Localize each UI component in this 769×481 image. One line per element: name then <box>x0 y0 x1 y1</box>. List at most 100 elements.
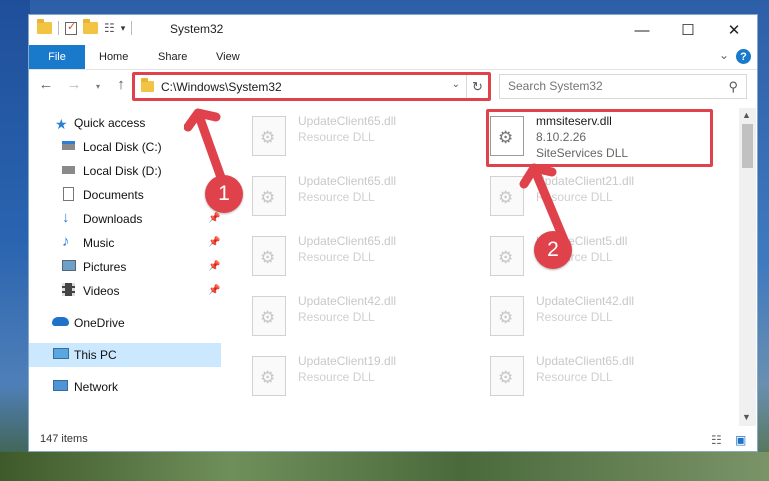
scrollbar-thumb[interactable] <box>742 124 753 168</box>
drive-icon <box>62 141 75 150</box>
pin-icon[interactable]: 📌 <box>208 213 220 224</box>
videos-icon <box>62 283 75 296</box>
dll-file-icon: ⚙ <box>252 236 286 276</box>
dll-file-icon: ⚙ <box>490 356 524 396</box>
nav-label: Music <box>83 236 115 250</box>
pin-icon[interactable]: 📌 <box>208 285 220 296</box>
explorer-window: ☷ ▾ System32 — ☐ ✕ File Home Share View … <box>28 14 758 452</box>
search-box[interactable]: ⚲ <box>499 74 747 99</box>
file-item[interactable]: ⚙ UpdateClient42.dll Resource DLL <box>486 292 706 344</box>
file-description: Resource DLL <box>298 370 375 384</box>
navigation-bar: ← → ▾ ↑ C:\Windows\System32 ⌄ ↻ ⚲ <box>29 72 757 102</box>
customize-toolbar-icon[interactable]: ▾ <box>121 23 126 34</box>
separator <box>131 21 133 35</box>
vertical-scrollbar[interactable]: ▲ ▼ <box>739 108 756 426</box>
documents-icon <box>63 187 74 201</box>
forward-arrow-icon[interactable]: → <box>65 76 83 93</box>
download-icon: ↓ <box>62 209 70 226</box>
pin-icon[interactable]: 📌 <box>208 237 220 248</box>
details-view-icon[interactable]: ☷ <box>711 433 722 447</box>
tiles-view-icon[interactable]: ▣ <box>735 433 746 447</box>
dll-file-icon: ⚙ <box>252 356 286 396</box>
file-item[interactable]: ⚙ UpdateClient65.dll Resource DLL <box>248 232 468 284</box>
nav-item-network[interactable]: Network <box>29 375 221 399</box>
tab-file[interactable]: File <box>29 45 85 69</box>
nav-item-videos[interactable]: Videos 📌 <box>29 279 221 303</box>
file-description: Resource DLL <box>298 250 375 264</box>
file-item[interactable]: ⚙ UpdateClient65.dll Resource DLL <box>248 112 468 164</box>
pin-icon[interactable]: 📌 <box>208 261 220 272</box>
title-bar: ☷ ▾ System32 — ☐ ✕ <box>29 15 757 45</box>
desktop-background-bottom <box>0 452 769 481</box>
file-item[interactable]: ⚙ UpdateClient65.dll Resource DLL <box>486 352 706 404</box>
file-item[interactable]: ⚙ UpdateClient65.dll Resource DLL <box>248 172 468 224</box>
nav-label: Pictures <box>83 260 127 274</box>
expand-ribbon-icon[interactable]: ⌄ <box>719 48 729 62</box>
tab-home[interactable]: Home <box>99 45 128 69</box>
item-count: 147 items <box>40 433 88 445</box>
network-icon <box>53 380 68 391</box>
file-name: UpdateClient42.dll <box>298 294 397 308</box>
nav-label: Network <box>74 380 119 394</box>
scroll-down-icon[interactable]: ▼ <box>742 412 751 422</box>
separator <box>58 21 59 35</box>
file-name: UpdateClient65.dll <box>298 114 397 128</box>
nav-label: Documents <box>83 188 144 202</box>
step-badge-1: 1 <box>205 175 243 213</box>
ribbon-tabs: File Home Share View ⌄ ? <box>29 45 757 70</box>
nav-label: Local Disk (D:) <box>83 164 162 178</box>
back-arrow-icon[interactable]: ← <box>37 76 55 93</box>
close-button[interactable]: ✕ <box>711 15 757 45</box>
cloud-icon <box>52 317 69 326</box>
dll-file-icon: ⚙ <box>252 296 286 336</box>
nav-label: OneDrive <box>74 316 125 330</box>
file-item[interactable]: ⚙ UpdateClient42.dll Resource DLL <box>248 292 468 344</box>
tab-view[interactable]: View <box>216 45 240 69</box>
window-title: System32 <box>170 22 224 36</box>
nav-item-onedrive[interactable]: OneDrive <box>29 311 221 335</box>
computer-icon <box>53 348 69 359</box>
file-description: Resource DLL <box>536 370 613 384</box>
dll-file-icon: ⚙ <box>252 176 286 216</box>
file-description: Resource DLL <box>298 310 375 324</box>
dll-file-icon: ⚙ <box>490 296 524 336</box>
search-input[interactable] <box>508 79 708 93</box>
tab-share[interactable]: Share <box>158 45 187 69</box>
drive-icon <box>62 166 75 174</box>
nav-item-this-pc[interactable]: This PC <box>29 343 221 367</box>
nav-item-downloads[interactable]: ↓ Downloads 📌 <box>29 207 221 231</box>
status-bar: 147 items ☷ ▣ <box>29 429 757 451</box>
step-badge-2: 2 <box>534 231 572 269</box>
dll-file-icon: ⚙ <box>252 116 286 156</box>
nav-item-music[interactable]: ♪ Music 📌 <box>29 231 221 255</box>
scroll-up-icon[interactable]: ▲ <box>742 110 751 120</box>
file-name: UpdateClient65.dll <box>298 174 397 188</box>
nav-label: This PC <box>74 348 117 362</box>
new-folder-icon[interactable] <box>83 19 98 34</box>
rename-icon[interactable]: ☷ <box>104 21 115 35</box>
desktop-background <box>0 0 30 481</box>
file-name: UpdateClient65.dll <box>536 354 635 368</box>
pictures-icon <box>62 260 76 271</box>
help-icon[interactable]: ? <box>736 49 751 64</box>
star-icon: ★ <box>55 116 68 132</box>
file-name: UpdateClient65.dll <box>298 234 397 248</box>
file-description: Resource DLL <box>298 190 375 204</box>
nav-item-pictures[interactable]: Pictures 📌 <box>29 255 221 279</box>
nav-label: Local Disk (C:) <box>83 140 162 154</box>
nav-label: Videos <box>83 284 120 298</box>
minimize-button[interactable]: — <box>619 15 665 45</box>
nav-label: Downloads <box>83 212 143 226</box>
file-item[interactable]: ⚙ UpdateClient19.dll Resource DLL <box>248 352 468 404</box>
up-arrow-icon[interactable]: ↑ <box>112 76 130 93</box>
music-icon: ♪ <box>62 233 70 250</box>
file-description: Resource DLL <box>298 130 375 144</box>
file-name: UpdateClient42.dll <box>536 294 635 308</box>
recent-locations-icon[interactable]: ▾ <box>89 82 107 91</box>
properties-icon[interactable] <box>65 20 77 35</box>
search-icon: ⚲ <box>728 79 738 94</box>
maximize-button[interactable]: ☐ <box>665 15 711 45</box>
file-description: Resource DLL <box>536 310 613 324</box>
folder-icon <box>37 19 52 34</box>
file-name: UpdateClient19.dll <box>298 354 397 368</box>
